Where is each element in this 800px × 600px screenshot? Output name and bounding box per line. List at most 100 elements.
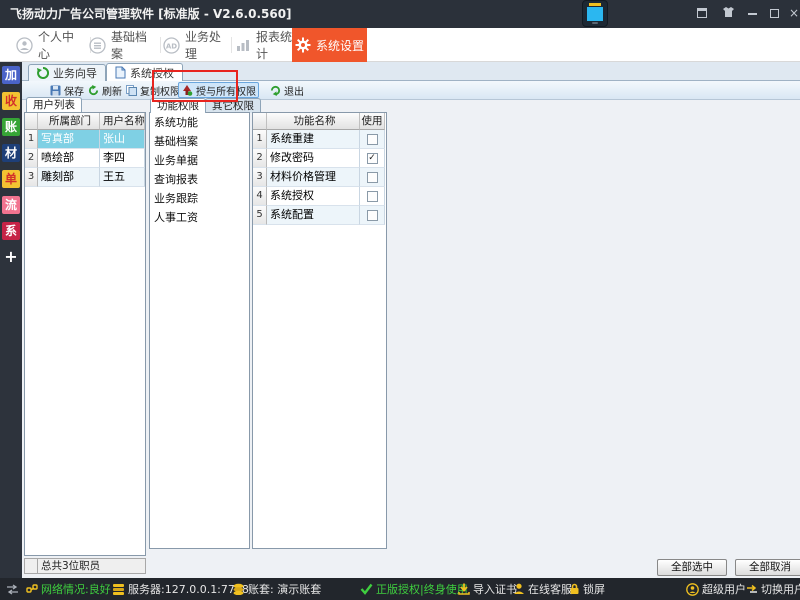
use-checkbox[interactable]: [367, 210, 378, 221]
user-dept[interactable]: 雕刻部: [38, 168, 100, 187]
select-all-button[interactable]: 全部选中: [657, 559, 727, 576]
main-nav: 个人中心 基础档案 AD 业务处理 报表统计 系统设置 选择图片 ▼: [0, 28, 800, 62]
super-user[interactable]: 超级用户: [686, 578, 746, 600]
sidebar-item-dan[interactable]: 单: [2, 170, 20, 188]
tree-item-basic-files[interactable]: 基础档案: [150, 132, 249, 151]
use-checkbox-checked[interactable]: ✓: [367, 153, 378, 164]
maximize-button[interactable]: [766, 6, 782, 22]
user-list-table: 所属部门 用户名称 1 写真部 张山 2 喷绘部 李四 3 雕刻部 王五: [24, 112, 146, 556]
server-icon: [112, 583, 125, 595]
perm-row-5[interactable]: 5 系统配置: [253, 206, 386, 225]
license-status: 正版授权|终身使用: [360, 578, 468, 600]
nav-tab-personal-center[interactable]: 个人中心: [16, 28, 82, 62]
nav-tab-basic-files[interactable]: 基础档案: [89, 28, 155, 62]
user-row-1[interactable]: 1 写真部 张山: [25, 130, 145, 149]
perm-name: 系统授权: [267, 187, 360, 206]
online-support[interactable]: 在线客服: [513, 578, 572, 600]
tab-system-authorization[interactable]: 系统授权: [106, 63, 183, 81]
sidebar-item-liu[interactable]: 流: [2, 196, 20, 214]
tab-function-permissions[interactable]: 功能权限: [150, 98, 206, 113]
toolbar: 保存 刷新 复制权限 授与所有权限 退出: [22, 81, 800, 100]
close-button[interactable]: ×: [786, 6, 800, 22]
perm-row-3[interactable]: 3 材料价格管理: [253, 168, 386, 187]
user-dept[interactable]: 喷绘部: [38, 149, 100, 168]
staff-count-label: 总共3位职员: [38, 558, 146, 574]
minimize-button[interactable]: [744, 6, 760, 22]
exit-button[interactable]: 退出: [268, 82, 306, 98]
document-icon: [115, 66, 126, 79]
sidebar-item-zhang[interactable]: 账: [2, 118, 20, 136]
user-name[interactable]: 李四: [100, 149, 145, 168]
coins-icon: [232, 583, 245, 595]
nav-tab-system-settings[interactable]: 系统设置: [292, 28, 367, 62]
sidebar-item-cai[interactable]: 材: [2, 144, 20, 162]
user-list-footer: 总共3位职员: [24, 558, 146, 574]
person-icon: [513, 583, 525, 595]
use-checkbox[interactable]: [367, 134, 378, 145]
import-certificate[interactable]: 导入证书: [458, 578, 517, 600]
perm-row-4[interactable]: 4 系统授权: [253, 187, 386, 206]
mobile-phone-icon[interactable]: [582, 0, 608, 27]
bar-chart-icon: [235, 37, 251, 53]
grant-all-permissions-button[interactable]: 授与所有权限: [178, 82, 259, 98]
refresh-icon: [88, 85, 99, 96]
list-icon: [89, 37, 106, 54]
tab-business-wizard[interactable]: 业务向导: [28, 64, 106, 81]
title-bar: 飞扬动力广告公司管理软件 [标准版 - V2.6.0.560] ×: [0, 0, 800, 28]
tree-item-hr-payroll[interactable]: 人事工资: [150, 208, 249, 227]
skin-theme-icon[interactable]: [720, 6, 736, 22]
grant-icon: [181, 84, 193, 96]
account-set: 账套: 演示账套: [232, 578, 321, 600]
tree-item-business-tracking[interactable]: 业务跟踪: [150, 189, 249, 208]
col-header-use[interactable]: 使用: [360, 113, 385, 130]
perm-row-1[interactable]: 1 系统重建: [253, 130, 386, 149]
exit-icon: [270, 85, 281, 96]
copy-icon: [126, 85, 137, 96]
save-icon: [50, 85, 61, 96]
user-name[interactable]: 王五: [100, 168, 145, 187]
save-button[interactable]: 保存: [48, 82, 86, 98]
perm-name: 系统配置: [267, 206, 360, 225]
lock-icon: [569, 583, 580, 595]
nav-tab-reports[interactable]: 报表统计: [235, 28, 297, 62]
sidebar-item-xi[interactable]: 系: [2, 222, 20, 240]
user-dept[interactable]: 写真部: [38, 130, 100, 149]
switch-user-icon: [746, 584, 758, 595]
tree-item-business-orders[interactable]: 业务单据: [150, 151, 249, 170]
perm-name: 材料价格管理: [267, 168, 360, 187]
ad-icon: AD: [163, 37, 180, 54]
perm-row-2[interactable]: 2 修改密码 ✓: [253, 149, 386, 168]
status-bar: 网络情况:良好 服务器:127.0.0.1:7798 账套: 演示账套 正版授权…: [0, 578, 800, 600]
col-header-username[interactable]: 用户名称: [100, 113, 145, 130]
toolbox-icon[interactable]: [694, 6, 710, 22]
use-checkbox[interactable]: [367, 191, 378, 202]
super-user-icon: [686, 583, 699, 596]
user-row-3[interactable]: 3 雕刻部 王五: [25, 168, 145, 187]
user-icon: [16, 37, 33, 54]
refresh-button[interactable]: 刷新: [86, 82, 124, 98]
wizard-icon: [37, 67, 49, 79]
tree-item-query-reports[interactable]: 查询报表: [150, 170, 249, 189]
sidebar-item-jia[interactable]: 加: [2, 66, 20, 84]
use-checkbox[interactable]: [367, 172, 378, 183]
tab-user-list[interactable]: 用户列表: [26, 97, 82, 112]
perm-name: 系统重建: [267, 130, 360, 149]
doc-tab-strip: 业务向导 系统授权: [22, 62, 800, 81]
switch-user[interactable]: 切换用户: [746, 578, 800, 600]
quick-sidebar: 加 收 账 材 单 流 系 +: [0, 62, 22, 578]
tab-other-permissions[interactable]: 其它权限: [205, 98, 261, 113]
nav-tab-business[interactable]: AD 业务处理: [163, 28, 229, 62]
sidebar-item-shou[interactable]: 收: [2, 92, 20, 110]
col-header-department[interactable]: 所属部门: [38, 113, 100, 130]
tree-item-system[interactable]: 系统功能: [150, 113, 249, 132]
col-header-function-name[interactable]: 功能名称: [267, 113, 360, 130]
sidebar-add-button[interactable]: +: [2, 248, 20, 266]
user-row-2[interactable]: 2 喷绘部 李四: [25, 149, 145, 168]
download-icon: [458, 583, 470, 595]
copy-permission-button[interactable]: 复制权限: [124, 82, 182, 98]
lock-screen[interactable]: 锁屏: [569, 578, 605, 600]
perm-name: 修改密码: [267, 149, 360, 168]
cancel-all-button[interactable]: 全部取消: [735, 559, 800, 576]
network-icon: [26, 583, 38, 595]
user-name[interactable]: 张山: [100, 130, 145, 149]
